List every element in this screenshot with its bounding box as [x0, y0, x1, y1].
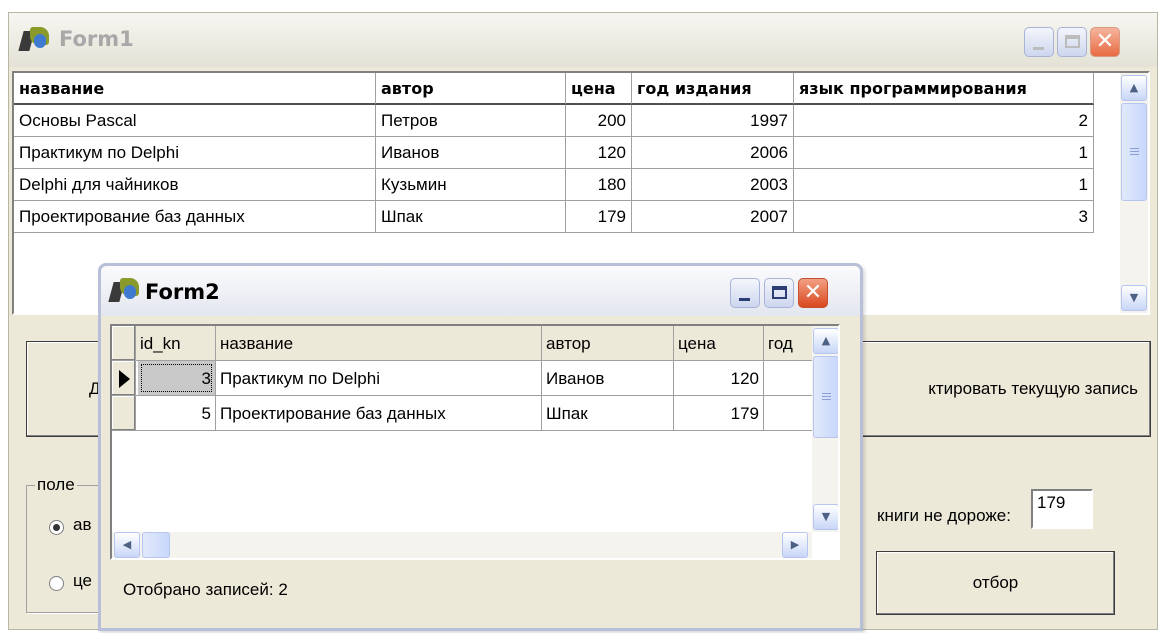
price-limit-value: 179 — [1037, 493, 1066, 512]
cell-title[interactable]: Практикум по Delphi — [216, 361, 542, 396]
cell-language[interactable]: 3 — [794, 201, 1094, 233]
edit-current-record-button[interactable]: ктировать текущую запись — [829, 341, 1151, 437]
arrow-right-icon[interactable]: ▶ — [782, 532, 808, 558]
cell-price[interactable]: 120 — [674, 361, 764, 396]
cell-year[interactable]: 2003 — [632, 169, 794, 201]
row-indicator[interactable] — [112, 396, 136, 431]
delphi-app-icon — [108, 278, 139, 304]
row-pointer-icon[interactable] — [112, 361, 136, 396]
cell-price[interactable]: 179 — [674, 396, 764, 431]
arrow-down-icon[interactable]: ▼ — [813, 504, 838, 530]
arrow-up-icon[interactable]: ▲ — [813, 328, 838, 354]
cell-year[interactable] — [764, 361, 814, 396]
scrollbar-thumb[interactable] — [813, 356, 838, 438]
form2-grid[interactable]: id_kn название автор цена год 3 Практику… — [110, 324, 840, 560]
edit-current-record-button-label: ктировать текущую запись — [928, 379, 1138, 398]
cell-id[interactable]: 5 — [136, 396, 216, 431]
maximize-icon[interactable] — [764, 278, 794, 308]
cell-author[interactable]: Иванов — [542, 361, 674, 396]
cell-price[interactable]: 120 — [566, 137, 632, 169]
cell-title[interactable]: Основы Pascal — [14, 105, 376, 137]
filter-button[interactable]: отбор — [876, 551, 1115, 615]
indicator-column-header — [112, 326, 136, 361]
column-header-author[interactable]: автор — [542, 326, 674, 361]
price-limit-input[interactable]: 179 — [1031, 489, 1093, 529]
maximize-icon[interactable] — [1057, 27, 1087, 57]
minimize-icon[interactable] — [1024, 27, 1054, 57]
cell-year[interactable]: 2006 — [632, 137, 794, 169]
scrollbar-thumb[interactable] — [1121, 103, 1147, 201]
form1-title-bar[interactable]: Form1 ✕ — [9, 13, 1157, 67]
field-groupbox-title: поле — [35, 475, 77, 495]
form1-title: Form1 — [59, 27, 134, 51]
cell-title[interactable]: Delphi для чайников — [14, 169, 376, 201]
radio-author[interactable] — [49, 520, 64, 535]
column-header-year[interactable]: год издания — [632, 73, 794, 105]
column-header-price[interactable]: цена — [674, 326, 764, 361]
cell-price[interactable]: 180 — [566, 169, 632, 201]
cell-price[interactable]: 179 — [566, 201, 632, 233]
radio-price[interactable] — [49, 576, 64, 591]
form2-title-bar[interactable]: Form2 ✕ — [101, 266, 860, 316]
minimize-icon[interactable] — [730, 278, 760, 308]
column-header-year[interactable]: год — [764, 326, 814, 361]
radio-author-label[interactable]: ав — [73, 515, 92, 535]
cell-author[interactable]: Петров — [376, 105, 566, 137]
filter-button-label: отбор — [972, 573, 1019, 592]
selected-cell-id[interactable]: 3 — [138, 361, 215, 395]
radio-price-label[interactable]: це — [73, 571, 92, 591]
delphi-app-icon — [18, 27, 49, 53]
cell-year[interactable] — [764, 396, 814, 431]
column-header-author[interactable]: автор — [376, 73, 566, 105]
cell-price[interactable]: 200 — [566, 105, 632, 137]
form2-title: Form2 — [145, 280, 220, 304]
cell-title[interactable]: Проектирование баз данных — [14, 201, 376, 233]
cell-author[interactable]: Шпак — [376, 201, 566, 233]
column-header-title[interactable]: название — [216, 326, 542, 361]
form2-window: Form2 ✕ id_kn название автор цена год 3 … — [98, 263, 863, 631]
arrow-left-icon[interactable]: ◀ — [114, 532, 140, 558]
form2-grid-horizontal-scrollbar[interactable]: ◀ ▶ — [112, 532, 812, 558]
cell-language[interactable]: 1 — [794, 169, 1094, 201]
cell-year[interactable]: 2007 — [632, 201, 794, 233]
price-limit-label: книги не дороже: — [877, 506, 1011, 525]
cell-title[interactable]: Проектирование баз данных — [216, 396, 542, 431]
column-header-title[interactable]: название — [14, 73, 376, 105]
form1-grid-vertical-scrollbar[interactable]: ▲ ▼ — [1120, 73, 1148, 313]
cell-author[interactable]: Иванов — [376, 137, 566, 169]
cell-year[interactable]: 1997 — [632, 105, 794, 137]
horizontal-scrollbar-thumb[interactable] — [142, 532, 170, 558]
cell-author[interactable]: Шпак — [542, 396, 674, 431]
cell-language[interactable]: 1 — [794, 137, 1094, 169]
column-header-price[interactable]: цена — [566, 73, 632, 105]
arrow-up-icon[interactable]: ▲ — [1121, 75, 1147, 101]
arrow-down-icon[interactable]: ▼ — [1121, 285, 1147, 311]
cell-author[interactable]: Кузьмин — [376, 169, 566, 201]
cell-title[interactable]: Практикум по Delphi — [14, 137, 376, 169]
column-header-language[interactable]: язык программирования — [794, 73, 1094, 105]
cell-language[interactable]: 2 — [794, 105, 1094, 137]
close-icon[interactable]: ✕ — [1090, 27, 1120, 57]
cell-id[interactable]: 3 — [136, 361, 216, 396]
records-count-status: Отобрано записей: 2 — [123, 580, 288, 599]
close-icon[interactable]: ✕ — [798, 278, 828, 308]
form2-grid-vertical-scrollbar[interactable]: ▲ ▼ — [812, 326, 838, 532]
column-header-id[interactable]: id_kn — [136, 326, 216, 361]
